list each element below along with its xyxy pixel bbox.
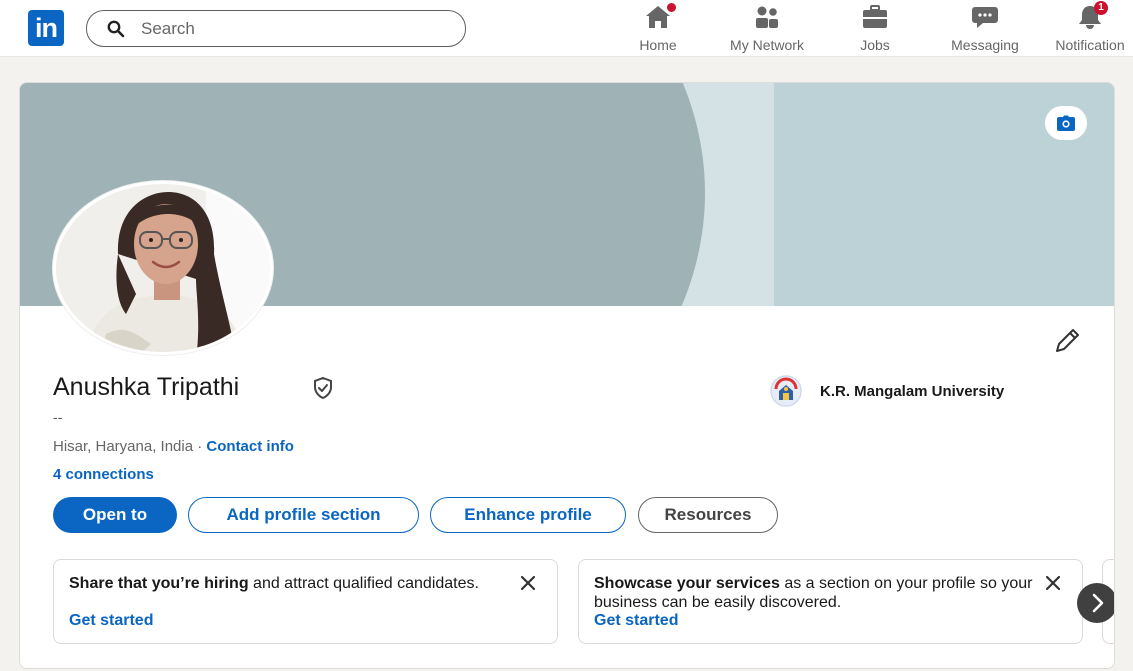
search-input[interactable] (141, 17, 441, 41)
add-profile-section-button[interactable]: Add profile section (188, 497, 419, 533)
open-to-button[interactable]: Open to (53, 497, 177, 533)
profile-name: Anushka Tripathi (53, 373, 240, 401)
get-started-link[interactable]: Get started (594, 612, 678, 630)
resources-button[interactable]: Resources (638, 497, 778, 533)
nav-my-network[interactable]: My Network (720, 4, 814, 54)
close-icon (520, 575, 536, 591)
enhance-profile-button[interactable]: Enhance profile (430, 497, 626, 533)
home-icon (644, 1, 678, 30)
edit-intro-button[interactable] (1050, 325, 1084, 359)
profile-card: Anushka Tripathi -- Hisar, Haryana, Indi… (19, 82, 1115, 669)
connections-link[interactable]: 4 connections (53, 466, 154, 483)
search-box[interactable] (86, 10, 466, 47)
dismiss-button[interactable] (517, 572, 539, 594)
linkedin-logo[interactable]: in (28, 10, 64, 46)
contact-info-link[interactable]: Contact info (206, 438, 294, 455)
pencil-icon (1056, 328, 1079, 352)
verified-shield-icon[interactable] (312, 376, 334, 400)
promo-card-services: Showcase your services as a section on y… (578, 559, 1083, 644)
nav-notifications[interactable]: 1 Notification (1047, 1, 1133, 54)
bell-icon: 1 (1076, 1, 1108, 30)
notification-badge: 1 (1094, 1, 1108, 15)
nav-jobs[interactable]: Jobs (852, 4, 898, 54)
chevron-right-icon (1092, 593, 1104, 613)
close-icon (1045, 575, 1061, 591)
carousel-next-button[interactable] (1077, 583, 1114, 623)
network-icon (753, 4, 781, 30)
nav-messaging[interactable]: Messaging (944, 4, 1026, 54)
dismiss-button[interactable] (1042, 572, 1064, 594)
get-started-link[interactable]: Get started (69, 612, 153, 630)
promo-card-hiring: Share that you’re hiring and attract qua… (53, 559, 558, 644)
search-icon (107, 20, 125, 38)
profile-location: Hisar, Haryana, India · Contact info (53, 438, 294, 455)
nav-home[interactable]: Home (633, 1, 683, 54)
university-logo-icon (770, 375, 802, 407)
top-nav: in Home My Network (0, 0, 1133, 57)
briefcase-icon (861, 4, 889, 30)
profile-avatar[interactable] (53, 181, 273, 355)
messaging-icon (971, 4, 999, 30)
camera-icon (1057, 115, 1075, 131)
profile-headline: -- (53, 409, 63, 425)
edit-banner-button[interactable] (1045, 106, 1087, 140)
